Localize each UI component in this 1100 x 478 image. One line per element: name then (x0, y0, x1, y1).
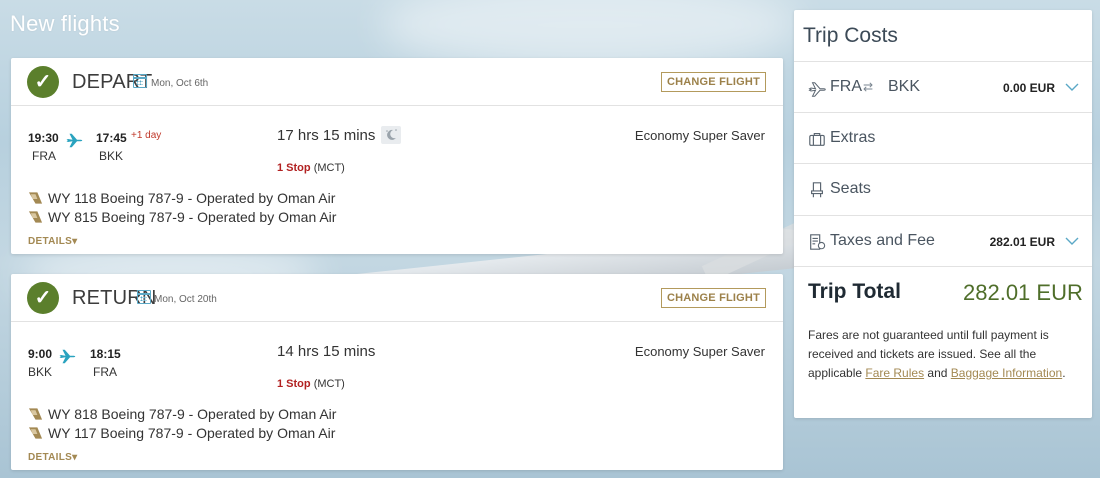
baggage-information-link[interactable]: Baggage Information (951, 366, 1062, 380)
details-label: DETAILS (28, 236, 73, 247)
caret-down-icon: ▾ (72, 452, 78, 463)
stop-airport: (MCT) (313, 162, 345, 174)
arrival-time: 18:15 (90, 347, 121, 361)
change-flight-button[interactable]: CHANGE FLIGHT (660, 288, 766, 308)
destination-code: BKK (99, 149, 124, 163)
extras-row[interactable]: Extras (794, 112, 1092, 163)
segment-label: WY 118 Boeing 787-9 - Operated by Oman A… (48, 190, 336, 206)
seat-icon (811, 182, 823, 198)
cabin-class: Economy Super Saver (634, 344, 765, 359)
flight-date: Mon, Oct 20th (154, 294, 217, 305)
depart-flight-card: ✓ DEPART Mon, Oct 6th CHANGE FLIGHT 19:3… (11, 58, 783, 254)
chevron-down-icon[interactable] (1064, 80, 1080, 94)
trip-costs-title: Trip Costs (803, 24, 898, 47)
seats-label: Seats (830, 180, 871, 197)
flight-segment: WY 818 Boeing 787-9 - Operated by Oman A… (28, 405, 336, 423)
stop-info: 1 Stop (MCT) (277, 378, 345, 390)
trip-total-label: Trip Total (808, 280, 901, 303)
tail-logo-icon (28, 192, 43, 204)
check-icon: ✓ (27, 282, 59, 314)
divider (794, 266, 1092, 267)
cabin-class: Economy Super Saver (634, 128, 765, 143)
taxes-row[interactable]: Taxes and Fee 282.01 EUR (794, 215, 1092, 266)
tail-logo-icon (28, 427, 43, 439)
caret-down-icon: ▾ (72, 236, 78, 247)
chevron-down-icon[interactable] (1064, 234, 1080, 248)
airplane-icon (66, 133, 83, 148)
trip-total-amount: 282.01 EUR (963, 280, 1083, 305)
suitcase-icon (809, 133, 825, 146)
origin-code: BKK (28, 365, 53, 379)
calendar-icon (133, 74, 147, 88)
calendar-icon (137, 290, 151, 304)
fare-rules-link[interactable]: Fare Rules (865, 366, 924, 380)
stop-info: 1 Stop (MCT) (277, 162, 345, 174)
segment-label: WY 818 Boeing 787-9 - Operated by Oman A… (48, 406, 337, 422)
flight-segment: WY 815 Boeing 787-9 - Operated by Oman A… (28, 208, 336, 226)
details-label: DETAILS (28, 452, 73, 463)
stop-airport: (MCT) (313, 378, 345, 390)
airplane-icon (59, 349, 76, 364)
fare-disclaimer: Fares are not guaranteed until full paym… (808, 326, 1080, 383)
page-title: New flights (10, 11, 120, 36)
receipt-icon (810, 234, 826, 250)
route-amount: 0.00 EUR (1002, 81, 1055, 95)
arrival-time: 17:45 (96, 131, 127, 145)
flight-duration: 14 hrs 15 mins (277, 343, 376, 360)
details-toggle[interactable]: DETAILS▾ (28, 236, 77, 247)
route-cost-row[interactable]: FRA ⇄ BKK 0.00 EUR (794, 61, 1092, 112)
check-icon: ✓ (27, 66, 59, 98)
trip-costs-panel: Trip Costs FRA ⇄ BKK 0.00 EUR Extras Sea… (794, 10, 1092, 418)
extras-label: Extras (830, 129, 876, 146)
flight-duration: 17 hrs 15 mins (277, 127, 376, 144)
flight-segment: WY 117 Boeing 787-9 - Operated by Oman A… (28, 424, 335, 442)
segment-label: WY 815 Boeing 787-9 - Operated by Oman A… (48, 209, 337, 225)
destination-code: FRA (93, 365, 117, 379)
change-flight-button[interactable]: CHANGE FLIGHT (660, 72, 766, 92)
taxes-amount: 282.01 EUR (989, 235, 1055, 249)
disclaimer-end: . (1062, 366, 1066, 380)
details-toggle[interactable]: DETAILS▾ (28, 452, 77, 463)
tail-logo-icon (28, 408, 43, 420)
origin-code: FRA (32, 149, 56, 163)
tail-logo-icon (28, 211, 43, 223)
segment-label: WY 117 Boeing 787-9 - Operated by Oman A… (48, 425, 336, 441)
plus-day-badge: +1 day (131, 130, 162, 141)
return-card-header: ✓ RETURN Mon, Oct 20th CHANGE FLIGHT (11, 274, 783, 322)
route-destination: BKK (888, 78, 921, 95)
depart-card-header: ✓ DEPART Mon, Oct 6th CHANGE FLIGHT (11, 58, 783, 106)
swap-icon: ⇄ (863, 80, 874, 94)
night-icon (381, 126, 401, 144)
departure-time: 19:30 (28, 131, 59, 145)
airplane-icon (808, 82, 826, 97)
stop-count: 1 Stop (277, 162, 311, 174)
seats-row[interactable]: Seats (794, 163, 1092, 214)
disclaimer-and: and (924, 366, 951, 380)
route-origin: FRA (830, 78, 862, 95)
stop-count: 1 Stop (277, 378, 311, 390)
departure-time: 9:00 (28, 347, 53, 361)
flight-segment: WY 118 Boeing 787-9 - Operated by Oman A… (28, 189, 335, 207)
flight-date: Mon, Oct 6th (151, 78, 209, 89)
return-flight-card: ✓ RETURN Mon, Oct 20th CHANGE FLIGHT 9:0… (11, 274, 783, 470)
taxes-label: Taxes and Fee (830, 232, 935, 249)
